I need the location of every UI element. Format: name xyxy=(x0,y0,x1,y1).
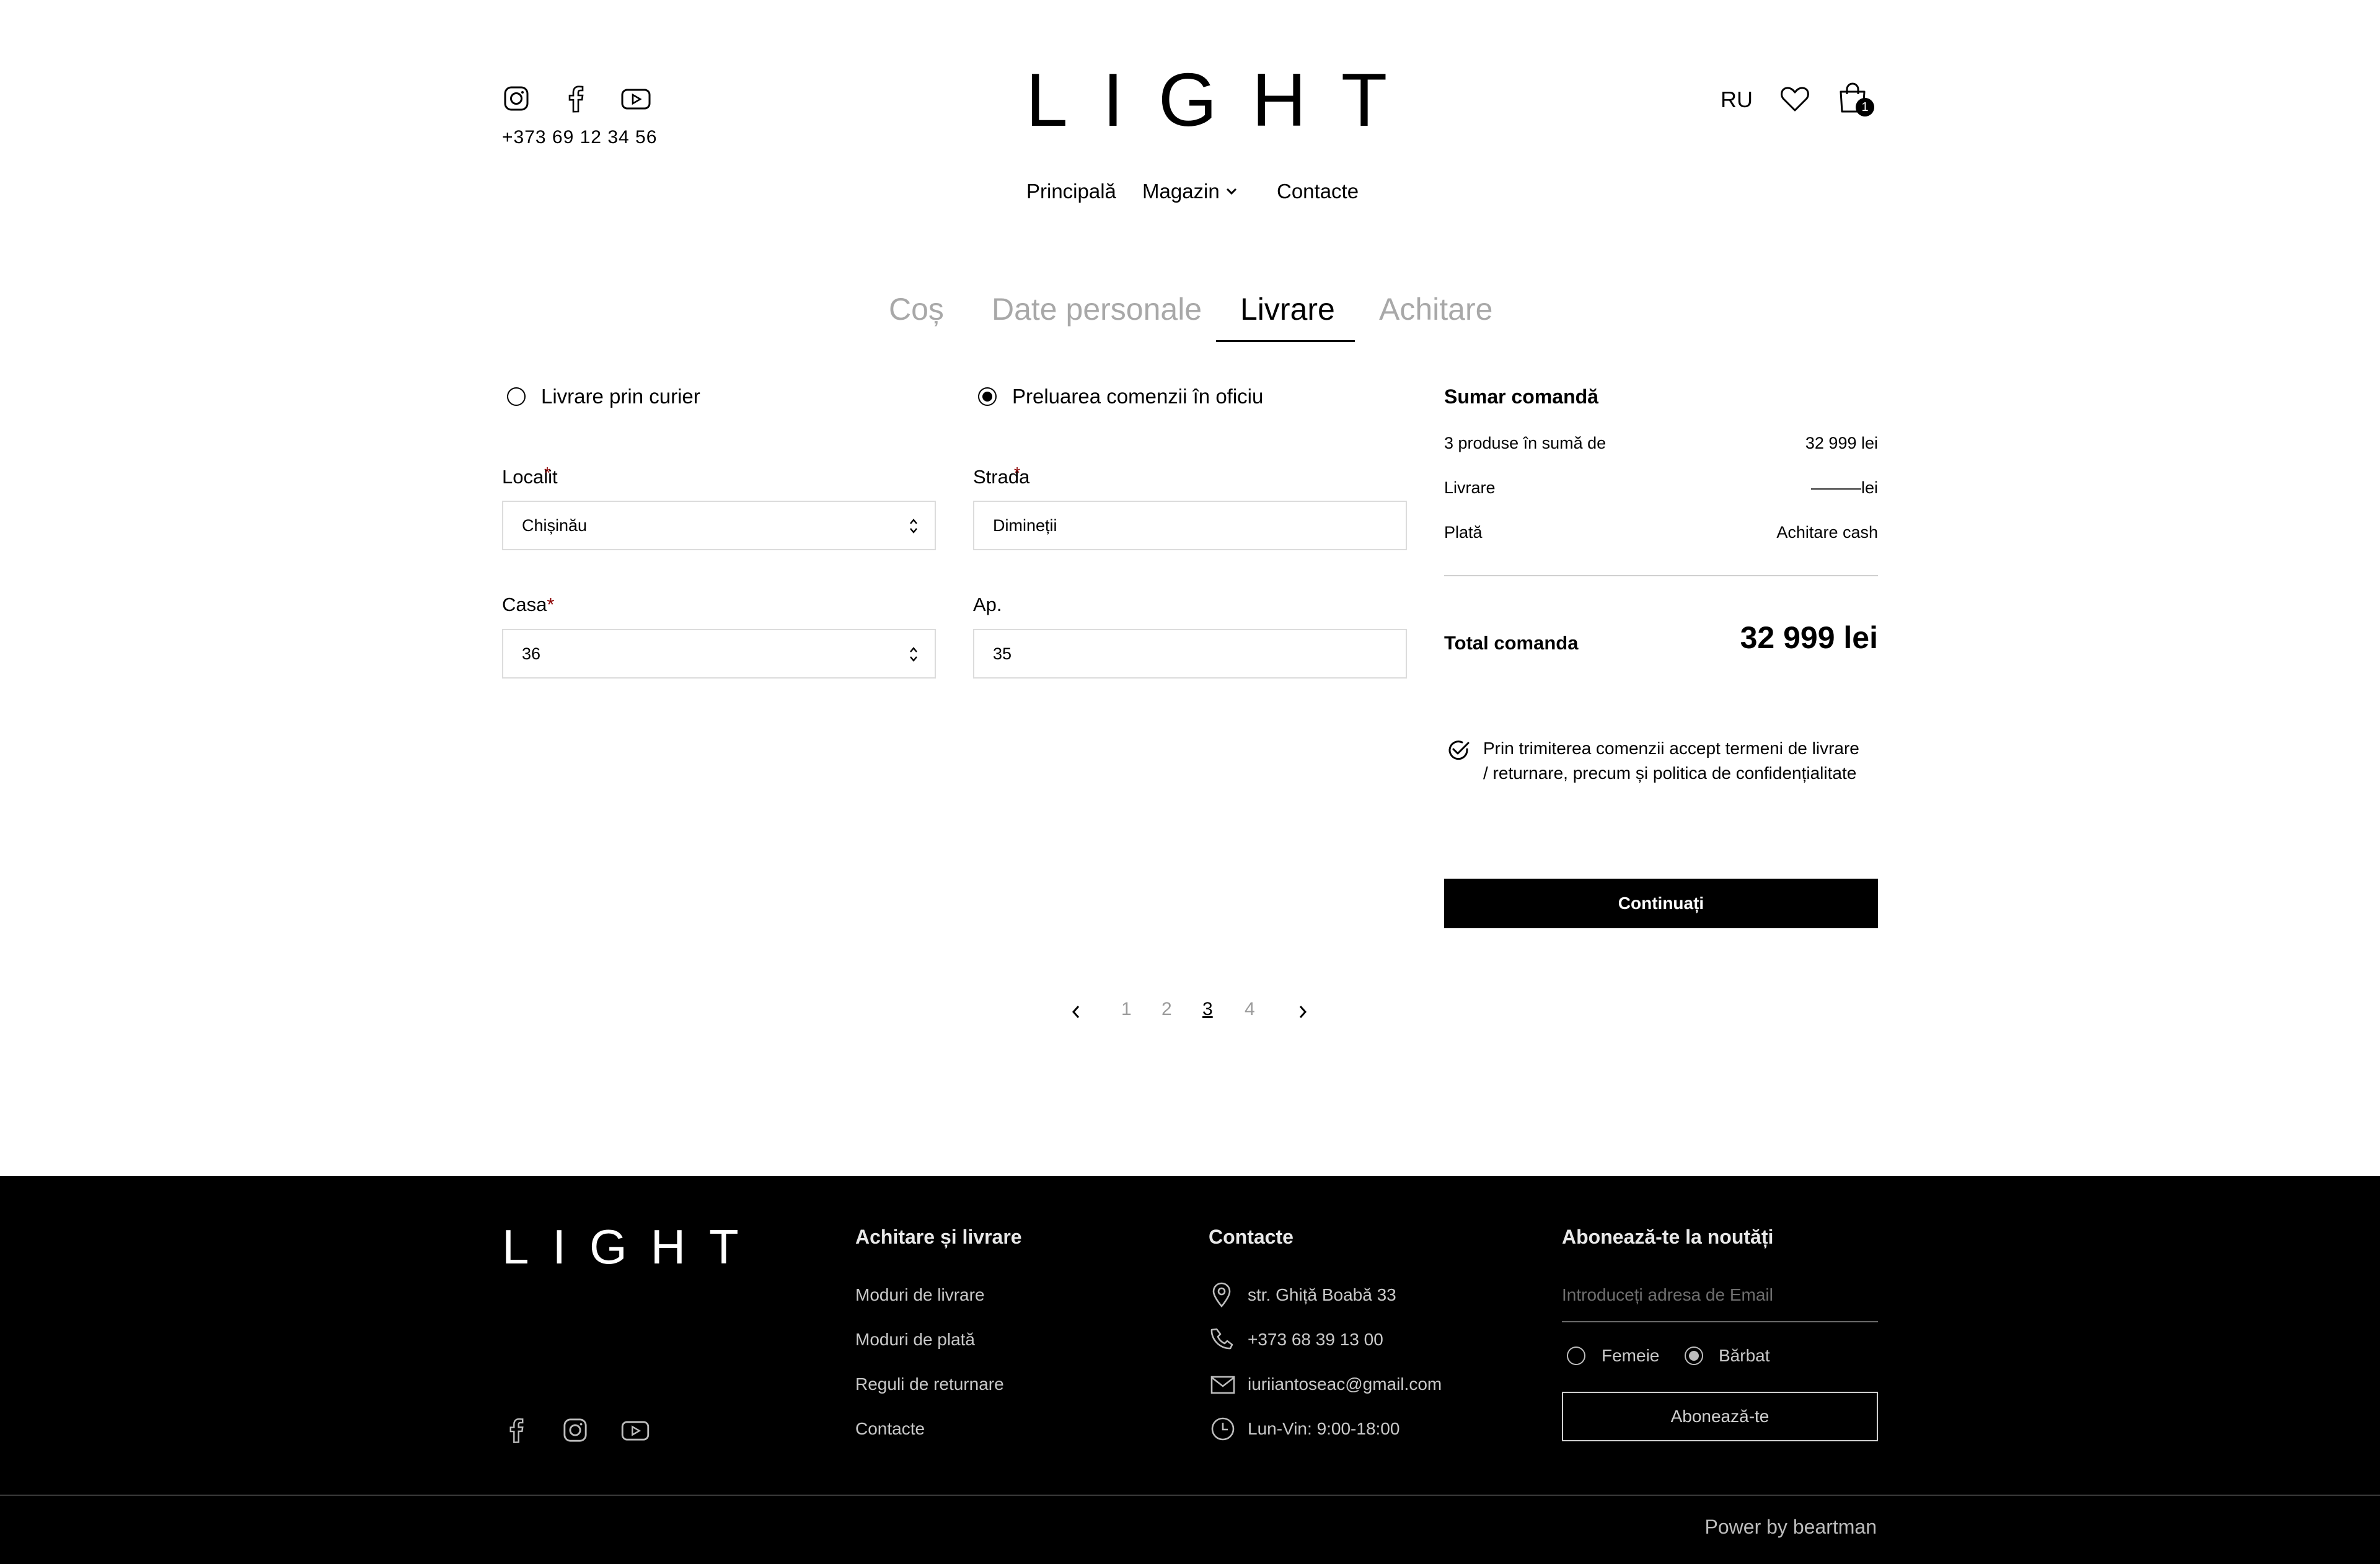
footer-email[interactable]: iuriiantoseac@gmail.com xyxy=(1248,1374,1442,1394)
facebook-icon[interactable] xyxy=(567,84,584,113)
summary-divider xyxy=(1444,575,1878,576)
logo[interactable]: LIGHT xyxy=(1026,62,1422,138)
summary-products-value: 32 999 lei xyxy=(1805,434,1878,452)
summary-products-row: 3 produse în sumă de 32 999 lei xyxy=(1444,434,1878,453)
step-date-personale[interactable]: Date personale xyxy=(992,291,1202,327)
footer-address: str. Ghiță Boabă 33 xyxy=(1248,1285,1396,1304)
footer-youtube-icon[interactable] xyxy=(621,1420,650,1441)
radio-office[interactable] xyxy=(978,387,997,406)
radio-female-label[interactable]: Femeie xyxy=(1602,1346,1659,1366)
page-4[interactable]: 4 xyxy=(1245,999,1255,1020)
footer-instagram-icon[interactable] xyxy=(563,1418,588,1443)
radio-courier-label[interactable]: Livrare prin curier xyxy=(541,385,700,408)
footer-link-delivery[interactable]: Moduri de livrare xyxy=(855,1285,985,1305)
street-value: Dimineții xyxy=(993,516,1057,535)
terms-check-icon[interactable] xyxy=(1447,737,1471,762)
subscribe-button[interactable]: Abonează-te xyxy=(1562,1392,1878,1441)
phone-icon xyxy=(1210,1327,1234,1351)
radio-male-label[interactable]: Bărbat xyxy=(1719,1346,1770,1366)
summary-delivery-row: Livrare ———lei xyxy=(1444,478,1878,498)
summary-products-label: 3 produse în sumă de xyxy=(1444,434,1606,452)
footer-col2-title: Contacte xyxy=(1209,1226,1294,1248)
nav-magazin[interactable]: Magazin xyxy=(1142,180,1220,203)
location-pin-icon xyxy=(1210,1281,1233,1307)
chevron-down-icon[interactable] xyxy=(1225,187,1238,196)
newsletter-input-underline xyxy=(1562,1321,1878,1322)
house-label: Casa* xyxy=(502,594,555,615)
footer-power-credit[interactable]: Power by beartman xyxy=(1705,1516,1877,1539)
select-arrows-icon xyxy=(909,645,919,664)
footer-link-payment[interactable]: Moduri de plată xyxy=(855,1330,975,1350)
terms-text: Prin trimiterea comenzii accept termeni … xyxy=(1483,739,1859,783)
language-switch[interactable]: RU xyxy=(1721,87,1753,113)
footer-divider xyxy=(0,1495,2380,1496)
summary-title: Sumar comandă xyxy=(1444,385,1598,408)
summary-delivery-value: ———lei xyxy=(1810,478,1878,497)
select-arrows-icon xyxy=(909,517,919,535)
apartment-value: 35 xyxy=(993,644,1012,663)
step-cos[interactable]: Coș xyxy=(889,291,944,327)
total-value: 32 999 lei xyxy=(1740,620,1878,655)
chevron-right-icon[interactable] xyxy=(1297,1004,1308,1020)
nav-principala[interactable]: Principală xyxy=(1026,180,1116,203)
instagram-icon[interactable] xyxy=(503,86,529,112)
continue-button[interactable]: Continuați xyxy=(1444,879,1878,928)
footer-hours: Lun-Vin: 9:00-18:00 xyxy=(1248,1419,1400,1438)
radio-courier[interactable] xyxy=(507,387,526,406)
locality-value: Chișinău xyxy=(522,516,588,535)
house-select[interactable]: 36 xyxy=(502,629,936,679)
footer-phone[interactable]: +373 68 39 13 00 xyxy=(1248,1330,1383,1350)
header-phone[interactable]: +373 69 12 34 56 xyxy=(502,127,657,148)
street-label: Strada * xyxy=(973,463,1030,488)
chevron-left-icon[interactable] xyxy=(1071,1004,1082,1020)
summary-payment-label: Plată xyxy=(1444,523,1483,542)
summary-payment-value: Achitare cash xyxy=(1776,523,1878,542)
nav-contacte[interactable]: Contacte xyxy=(1277,180,1359,203)
radio-male[interactable] xyxy=(1685,1347,1703,1365)
locality-label: Localit * xyxy=(502,463,558,488)
mail-icon xyxy=(1210,1376,1235,1394)
footer-link-returns[interactable]: Reguli de returnare xyxy=(855,1374,1004,1394)
page-3[interactable]: 3 xyxy=(1202,999,1213,1020)
heart-icon[interactable] xyxy=(1780,86,1810,113)
cart-badge: 1 xyxy=(1856,98,1874,116)
house-value: 36 xyxy=(522,644,541,663)
step-livrare[interactable]: Livrare xyxy=(1240,291,1335,327)
footer-col3-title: Abonează-te la noutăți xyxy=(1562,1226,1774,1248)
summary-payment-row: Plată Achitare cash xyxy=(1444,523,1878,542)
locality-select[interactable]: Chișinău xyxy=(502,501,936,550)
footer: LIGHT Achitare și livrare Moduri de livr… xyxy=(0,1176,2380,1564)
summary-delivery-label: Livrare xyxy=(1444,478,1496,497)
apartment-label: Ap. xyxy=(973,594,1002,615)
radio-female[interactable] xyxy=(1567,1347,1585,1365)
radio-office-label[interactable]: Preluarea comenzii în oficiu xyxy=(1012,385,1263,408)
page-1[interactable]: 1 xyxy=(1121,999,1132,1020)
apartment-input[interactable]: 35 xyxy=(973,629,1407,679)
clock-icon xyxy=(1210,1417,1235,1441)
footer-logo[interactable]: LIGHT xyxy=(502,1223,762,1271)
page-2[interactable]: 2 xyxy=(1161,999,1172,1020)
active-step-underline xyxy=(1216,340,1355,342)
footer-facebook-icon[interactable] xyxy=(508,1417,524,1444)
street-input[interactable]: Dimineții xyxy=(973,501,1407,550)
footer-link-contacts[interactable]: Contacte xyxy=(855,1419,925,1439)
step-achitare[interactable]: Achitare xyxy=(1379,291,1492,327)
total-label: Total comanda xyxy=(1444,632,1579,654)
footer-col1-title: Achitare și livrare xyxy=(855,1226,1022,1248)
youtube-icon[interactable] xyxy=(621,88,651,110)
newsletter-email-input[interactable]: Introduceți adresa de Email xyxy=(1562,1285,1773,1305)
